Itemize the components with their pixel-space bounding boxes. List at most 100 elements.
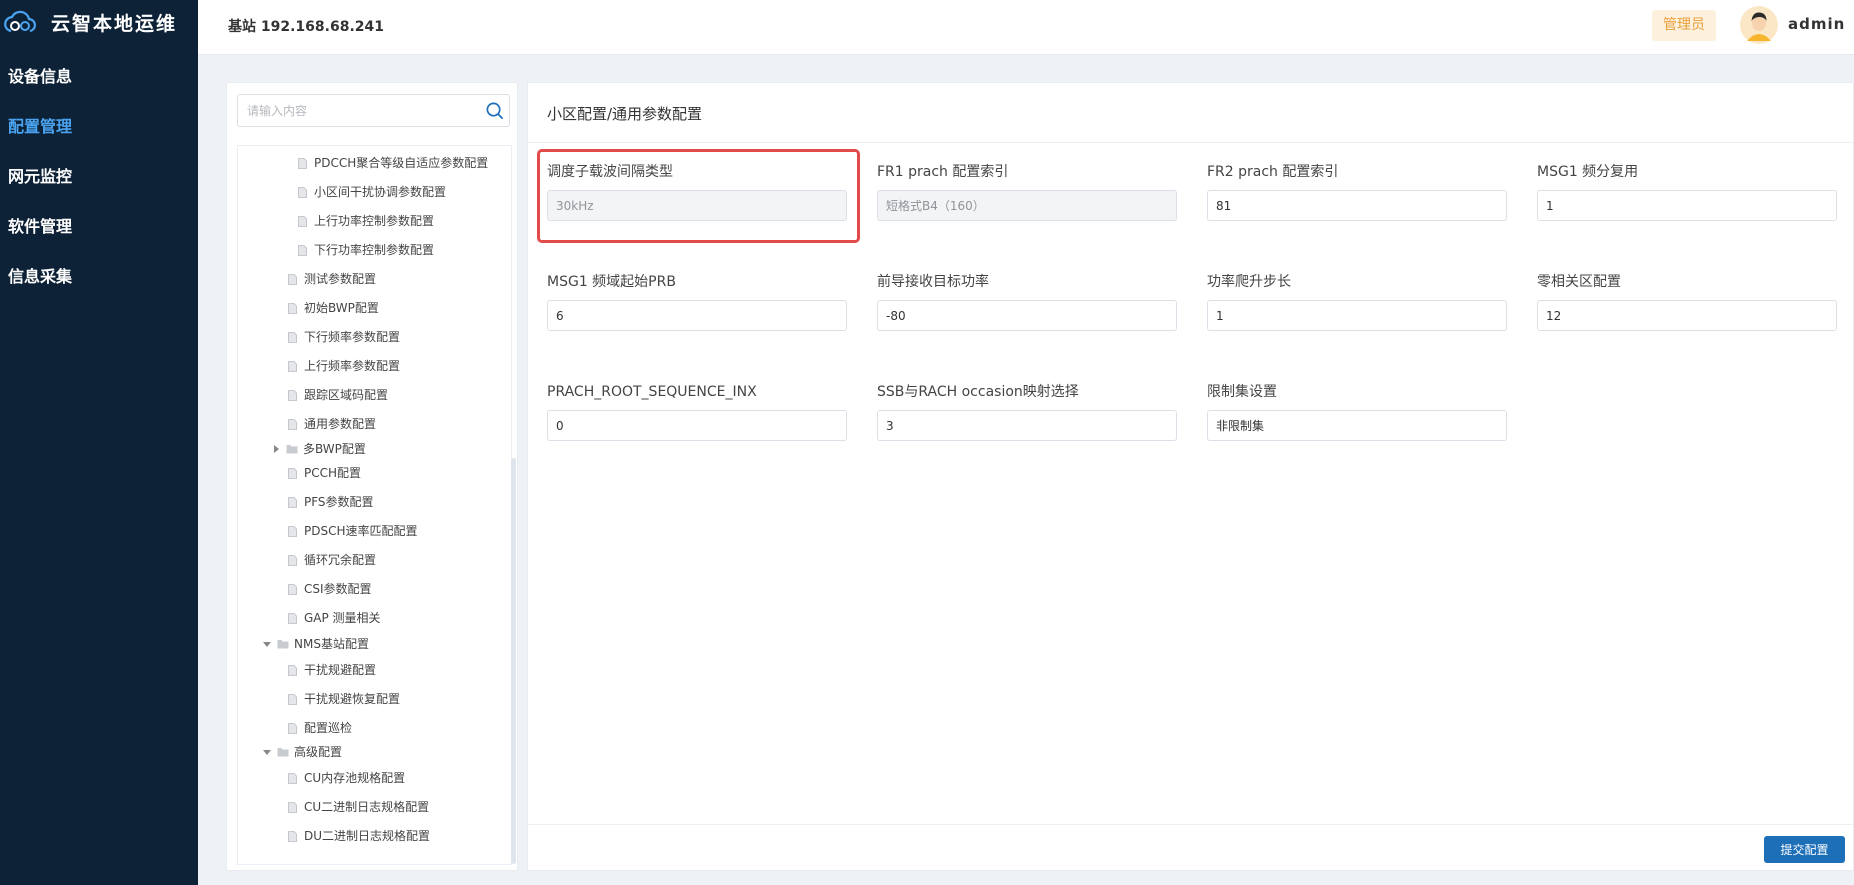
form-field: 零相关区配置 <box>1537 272 1837 331</box>
caret-down-icon[interactable] <box>263 748 271 756</box>
tree-item-label: 下行频率参数配置 <box>304 330 401 344</box>
field-input[interactable] <box>877 300 1177 331</box>
app-title: 云智本地运维 <box>51 12 178 35</box>
field-input[interactable] <box>877 410 1177 441</box>
tree-item[interactable]: PCCH配置 <box>288 463 361 483</box>
tree-item[interactable]: CU二进制日志规格配置 <box>288 797 429 817</box>
nav-item[interactable]: 信息采集 <box>0 252 198 302</box>
field-input[interactable] <box>1207 190 1507 221</box>
tree-item[interactable]: CSI参数配置 <box>288 579 372 599</box>
tree-item[interactable]: 测试参数配置 <box>288 269 376 289</box>
tree-item[interactable]: 配置巡检 <box>288 718 352 738</box>
nav-item[interactable]: 设备信息 <box>0 52 198 102</box>
tree-item[interactable]: PDCCH聚合等级自适应参数配置 <box>298 153 488 173</box>
tree-scrollbar[interactable] <box>511 458 516 864</box>
tree-item-label: PDCCH聚合等级自适应参数配置 <box>314 156 489 170</box>
config-tree-panel: PDCCH聚合等级自适应参数配置小区间干扰协调参数配置上行功率控制参数配置下行功… <box>226 82 518 871</box>
submit-config-button[interactable]: 提交配置 <box>1764 836 1845 863</box>
field-label: FR2 prach 配置索引 <box>1207 164 1339 180</box>
field-label: 前导接收目标功率 <box>877 274 989 290</box>
field-input[interactable] <box>1207 410 1507 441</box>
tree-item[interactable]: DU二进制日志规格配置 <box>288 826 430 846</box>
field-label: MSG1 频分复用 <box>1537 164 1639 180</box>
username[interactable]: admin <box>1788 15 1845 33</box>
tree-item[interactable]: PFS参数配置 <box>288 492 374 512</box>
field-input[interactable] <box>1537 300 1837 331</box>
tree-item[interactable]: 多BWP配置 <box>272 439 366 459</box>
document-icon <box>298 157 307 169</box>
tree-item[interactable]: 上行频率参数配置 <box>288 356 400 376</box>
tree-item-label: PCCH配置 <box>304 466 362 480</box>
page-title: 小区配置/通用参数配置 <box>547 105 703 123</box>
document-icon <box>288 801 297 813</box>
field-input[interactable] <box>547 410 847 441</box>
tree-item-label: 配置巡检 <box>304 721 353 735</box>
document-icon <box>288 722 297 734</box>
document-icon <box>288 331 297 343</box>
field-label: SSB与RACH occasion映射选择 <box>877 384 1079 400</box>
nav-item[interactable]: 配置管理 <box>0 102 198 152</box>
caret-down-icon[interactable] <box>263 640 271 648</box>
tree-item-label: 高级配置 <box>294 745 343 759</box>
tree-item[interactable]: 干扰规避配置 <box>288 660 376 680</box>
field-input <box>877 190 1177 221</box>
form-field: SSB与RACH occasion映射选择 <box>877 382 1177 441</box>
document-icon <box>288 612 297 624</box>
tree-item-label: DU二进制日志规格配置 <box>304 829 431 843</box>
config-content: 小区配置/通用参数配置 调度子载波间隔类型 FR1 prach 配置索引 FR2 p… <box>527 82 1854 871</box>
tree-item[interactable]: NMS基站配置 <box>263 634 369 654</box>
tree-item-label: 跟踪区域码配置 <box>304 388 389 402</box>
nav-item[interactable]: 软件管理 <box>0 202 198 252</box>
form-field: PRACH_ROOT_SEQUENCE_INX <box>547 382 847 441</box>
top-header: 基站 192.168.68.241 管理员 admin <box>198 0 1854 55</box>
field-input[interactable] <box>1537 190 1837 221</box>
document-icon <box>288 583 297 595</box>
folder-icon <box>277 748 289 757</box>
footer-divider <box>528 824 1853 825</box>
caret-right-icon[interactable] <box>272 445 280 453</box>
document-icon <box>298 186 307 198</box>
field-label: PRACH_ROOT_SEQUENCE_INX <box>547 384 757 400</box>
form-field: 功率爬升步长 <box>1207 272 1507 331</box>
tree-item[interactable]: PDSCH速率匹配配置 <box>288 521 418 541</box>
form-field: FR2 prach 配置索引 <box>1207 162 1507 221</box>
search-input[interactable] <box>238 95 478 126</box>
app-logo: 云智本地运维 <box>0 0 198 44</box>
tree-item-label: CU二进制日志规格配置 <box>304 800 430 814</box>
station-title: 基站 192.168.68.241 <box>228 19 384 35</box>
tree-item-label: GAP 测量相关 <box>304 611 381 625</box>
document-icon <box>288 302 297 314</box>
tree-item[interactable]: 循环冗余配置 <box>288 550 376 570</box>
tree-item[interactable]: CU内存池规格配置 <box>288 768 405 788</box>
tree-item-label: CSI参数配置 <box>304 582 372 596</box>
tree-search <box>237 94 510 127</box>
nav-item[interactable]: 网元监控 <box>0 152 198 202</box>
config-tree: PDCCH聚合等级自适应参数配置 小区间干扰协调参数配置 上行功率控制参数配置下行功… <box>237 145 512 865</box>
tree-item[interactable]: 干扰规避恢复配置 <box>288 689 400 709</box>
tree-item[interactable]: 初始BWP配置 <box>288 298 379 318</box>
tree-item[interactable]: 高级配置 <box>263 742 342 762</box>
tree-item[interactable]: 跟踪区域码配置 <box>288 385 388 405</box>
search-icon[interactable] <box>485 101 504 120</box>
tree-item-label: 小区间干扰协调参数配置 <box>314 185 447 199</box>
main-nav: 设备信息 配置管理 网元监控 软件管理 信息采集 <box>0 52 198 302</box>
folder-icon <box>286 445 298 454</box>
tree-item[interactable]: 通用参数配置 <box>288 414 376 434</box>
tree-item[interactable]: 下行功率控制参数配置 <box>298 240 434 260</box>
document-icon <box>288 772 297 784</box>
tree-item-label: PDSCH速率匹配配置 <box>304 524 418 538</box>
tree-item[interactable]: 下行频率参数配置 <box>288 327 400 347</box>
tree-item[interactable]: 上行功率控制参数配置 <box>298 211 434 231</box>
document-icon <box>288 830 297 842</box>
avatar[interactable] <box>1740 6 1778 44</box>
form-field: 调度子载波间隔类型 <box>547 162 847 221</box>
field-input[interactable] <box>547 300 847 331</box>
tree-item[interactable]: GAP 测量相关 <box>288 608 381 628</box>
form-field: FR1 prach 配置索引 <box>877 162 1177 221</box>
field-input[interactable] <box>1207 300 1507 331</box>
field-label: 零相关区配置 <box>1537 274 1621 290</box>
tree-item-label: 通用参数配置 <box>304 417 377 431</box>
tree-item-label: 上行功率控制参数配置 <box>314 214 435 228</box>
document-icon <box>288 273 297 285</box>
tree-item[interactable]: 小区间干扰协调参数配置 <box>298 182 446 202</box>
